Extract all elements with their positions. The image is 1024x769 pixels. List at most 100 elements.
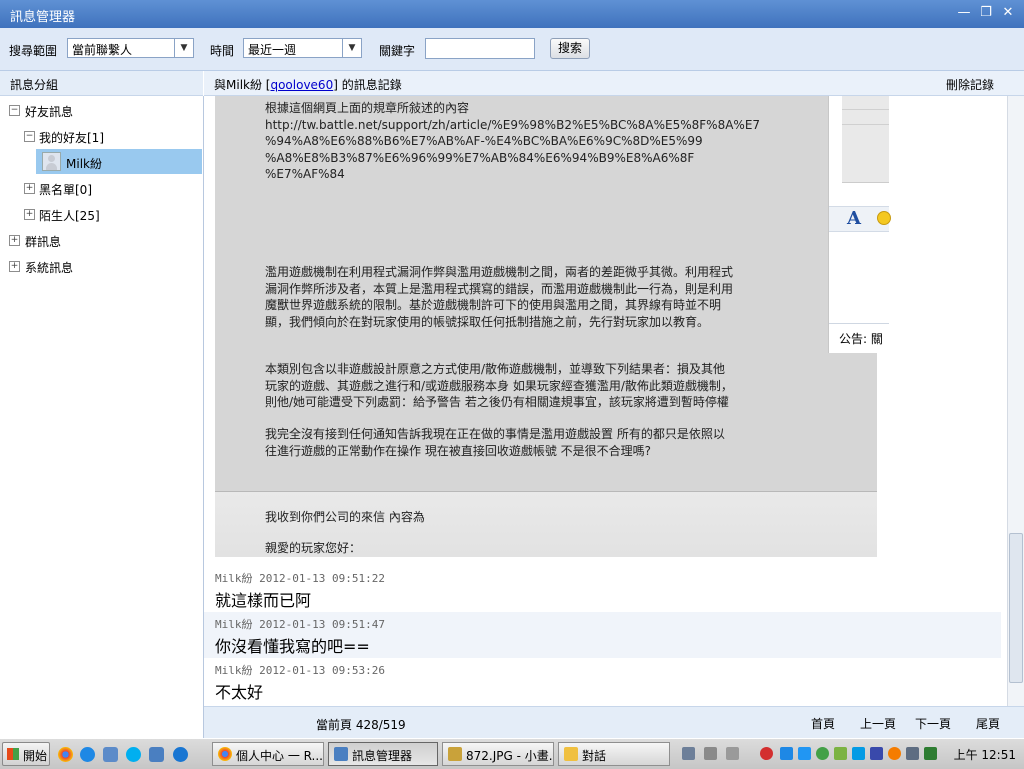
scope-select[interactable]: 當前聯繫人 ▼ (67, 38, 194, 58)
vertical-scrollbar[interactable] (1007, 96, 1024, 706)
taskbar-item[interactable]: 訊息管理器 (328, 742, 438, 766)
embedded-chat-window: A 公告: 關 (828, 96, 891, 353)
tray-icon[interactable] (816, 747, 829, 760)
tray-icon[interactable] (726, 747, 739, 760)
chevron-down-icon[interactable]: ▼ (342, 39, 361, 57)
search-toolbar: 搜尋範圍 當前聯繫人 ▼ 時間 最近一週 ▼ 關鍵字 搜索 (0, 28, 1024, 71)
image-text: 本類別包含以非遊戲設計原意之方式使用/散佈遊戲機制，並導致下列結果者：損及其他 … (265, 362, 733, 409)
search-button[interactable]: 搜索 (550, 38, 590, 59)
tray-icon[interactable] (704, 747, 717, 760)
expand-icon[interactable]: + (9, 235, 20, 246)
sidebar-item-groups[interactable]: 群訊息 (25, 233, 61, 250)
tray-icon[interactable] (888, 747, 901, 760)
ie-icon[interactable] (173, 747, 188, 762)
account-link[interactable]: qoolove60 (270, 78, 333, 92)
announcement-bar: 公告: 關 (829, 323, 889, 352)
taskbar: 開始 個人中心 一 R... 訊息管理器 872.JPG - 小畫... 對話 … (0, 738, 1024, 769)
message-sender: Milk紛 (215, 664, 253, 677)
time-label: 時間 (210, 44, 235, 58)
contact-name[interactable]: Milk紛 (66, 155, 102, 172)
history-title: 與Milk紛 [qoolove60] 的訊息記錄 (214, 78, 402, 92)
start-button[interactable]: 開始 (2, 742, 50, 766)
message-text: 不太好 (215, 683, 264, 702)
sidebar-item-strangers[interactable]: 陌生人[25] (39, 207, 100, 224)
tray-icon[interactable] (870, 747, 883, 760)
chrome-icon (218, 747, 232, 761)
scrollbar-thumb[interactable] (1009, 533, 1023, 683)
keyword-input[interactable] (425, 38, 535, 59)
embedded-image: 根據這個網頁上面的規章所敍述的內容 http://tw.battle.net/s… (215, 96, 891, 557)
skype-icon[interactable] (126, 747, 141, 762)
list-item: Milk紛 2012-01-13 09:51:22 就這樣而已阿 (204, 566, 1001, 612)
image-text: 濫用遊戲機制在利用程式漏洞作弊與濫用遊戲機制之間，兩者的差距微乎其微。利用程式 … (265, 265, 734, 329)
taskbar-item[interactable]: 對話 (558, 742, 670, 766)
windows-logo-icon (7, 748, 19, 760)
taskbar-item[interactable]: 個人中心 一 R... (212, 742, 324, 766)
delete-records-button[interactable]: 刪除記錄 (946, 76, 994, 93)
media-player-icon[interactable] (80, 747, 95, 762)
pager: 當前頁 428/519 首頁 上一頁 下一頁 尾頁 (204, 706, 1024, 739)
folder-icon (564, 747, 578, 761)
tray-icon[interactable] (682, 747, 695, 760)
tray-icon[interactable] (852, 747, 865, 760)
font-icon: A (847, 208, 861, 229)
tray-icon[interactable] (760, 747, 773, 760)
next-page-button[interactable]: 下一頁 (915, 715, 951, 732)
message-time: 2012-01-13 09:51:22 (259, 572, 385, 585)
message-time: 2012-01-13 09:53:26 (259, 664, 385, 677)
keyword-label: 關鍵字 (379, 44, 416, 58)
image-text: 根據這個網頁上面的規章所敍述的內容 http://tw.battle.net/s… (265, 101, 761, 181)
announcement-text: 公告: 關 (839, 332, 883, 346)
format-toolbar: A (829, 206, 891, 232)
current-page: 當前頁 428/519 (316, 718, 406, 732)
expand-icon[interactable]: + (24, 209, 35, 220)
history-header: 與Milk紛 [qoolove60] 的訊息記錄 刪除記錄 (204, 71, 1024, 96)
scope-label: 搜尋範圍 (9, 44, 58, 58)
image-text: 親愛的玩家您好： (265, 541, 362, 555)
image-text: 我收到你們公司的來信 內容為 (265, 510, 425, 524)
first-page-button[interactable]: 首頁 (811, 715, 835, 732)
image-lower-panel: 我收到你們公司的來信 內容為 親愛的玩家您好： (215, 491, 877, 557)
clock: 上午 12:51 (953, 748, 1016, 762)
sidebar-item-blacklist[interactable]: 黑名單[0] (39, 181, 92, 198)
app-icon[interactable] (103, 747, 118, 762)
avatar (42, 152, 61, 171)
tray-icon[interactable] (834, 747, 847, 760)
tray-icon[interactable] (780, 747, 793, 760)
chevron-down-icon[interactable]: ▼ (174, 39, 193, 57)
message-sender: Milk紛 (215, 618, 253, 631)
sidebar-item-friends[interactable]: 好友訊息 (25, 103, 73, 120)
title-bar: 訊息管理器 — ❐ ✕ (0, 0, 1024, 28)
expand-icon[interactable]: + (24, 183, 35, 194)
restore-button[interactable]: ❐ (978, 5, 994, 21)
list-item: Milk紛 2012-01-13 09:51:47 你沒看懂我寫的吧== (204, 612, 1001, 658)
message-text: 就這樣而已阿 (215, 591, 312, 610)
messenger-icon[interactable] (149, 747, 164, 762)
paint-icon (448, 747, 462, 761)
sidebar-item-system[interactable]: 系統訊息 (25, 259, 73, 276)
sidebar-header: 訊息分組 (0, 71, 203, 96)
time-select[interactable]: 最近一週 ▼ (243, 38, 362, 58)
close-button[interactable]: ✕ (1000, 5, 1016, 21)
collapse-icon[interactable]: − (24, 131, 35, 142)
sidebar-item-my-friends[interactable]: 我的好友[1] (39, 129, 104, 146)
tray-icon[interactable] (798, 747, 811, 760)
messenger-icon (334, 747, 348, 761)
chrome-icon[interactable] (58, 747, 73, 762)
tray-icon[interactable] (924, 747, 937, 760)
sidebar: − 好友訊息 − 我的好友[1] Milk紛 + 黑名單[0] + 陌生人[25… (0, 96, 204, 738)
expand-icon[interactable]: + (9, 261, 20, 272)
message-history: 根據這個網頁上面的規章所敍述的內容 http://tw.battle.net/s… (204, 96, 1024, 706)
time-value: 最近一週 (248, 43, 297, 57)
prev-page-button[interactable]: 上一頁 (860, 715, 896, 732)
taskbar-item[interactable]: 872.JPG - 小畫... (442, 742, 554, 766)
tray-icon[interactable] (906, 747, 919, 760)
last-page-button[interactable]: 尾頁 (976, 715, 1000, 732)
list-item: Milk紛 2012-01-13 09:53:26 不太好 (204, 658, 1001, 704)
sidebar-header-label: 訊息分組 (10, 78, 59, 92)
scope-value: 當前聯繫人 (72, 43, 133, 57)
collapse-icon[interactable]: − (9, 105, 20, 116)
window-title: 訊息管理器 (10, 10, 76, 25)
minimize-button[interactable]: — (956, 5, 972, 21)
message-text: 你沒看懂我寫的吧== (215, 637, 370, 656)
